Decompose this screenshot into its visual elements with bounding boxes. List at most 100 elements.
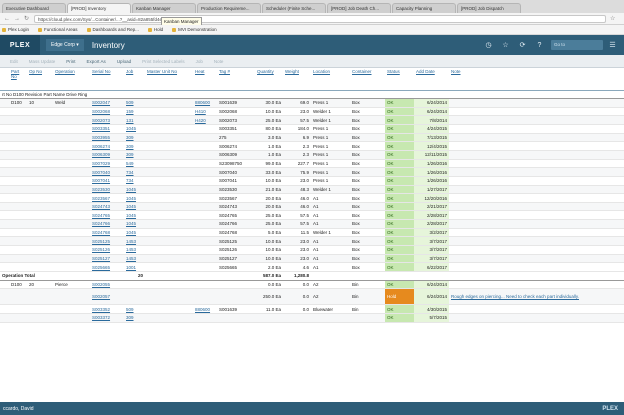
serial-no-link[interactable]: S003351 [90, 124, 124, 134]
heat-link[interactable] [193, 150, 217, 160]
column-header[interactable]: Job [124, 68, 145, 91]
column-header[interactable]: Location [311, 68, 350, 91]
heat-link[interactable] [193, 262, 217, 272]
company-selector[interactable]: Edge Corp ▾ [46, 39, 84, 51]
note-cell[interactable] [449, 236, 624, 247]
note-cell[interactable] [449, 228, 624, 238]
column-header[interactable]: Operation [53, 68, 90, 91]
toolbar-job-button[interactable]: Job [196, 59, 203, 64]
serial-no-link[interactable]: S002055 [90, 280, 124, 290]
job-link[interactable]: 509 [124, 304, 145, 314]
heat-link[interactable]: H410 [193, 107, 217, 117]
column-header[interactable]: Weight [283, 68, 311, 91]
column-header[interactable]: Tag # [217, 68, 255, 91]
serial-no-link[interactable]: S007029 [90, 159, 124, 169]
note-cell[interactable] [449, 210, 624, 221]
toolbar-print-selected-labels-button[interactable]: Print Selected Labels [142, 59, 185, 64]
heat-link[interactable] [193, 280, 217, 290]
note-cell[interactable] [449, 159, 624, 169]
browser-tab[interactable]: Kanban Manager [132, 3, 196, 13]
job-link[interactable]: 1045 [124, 185, 145, 195]
serial-no-link[interactable]: S006274 [90, 141, 124, 151]
refresh-icon[interactable]: ⟳ [517, 41, 528, 49]
note-cell[interactable] [449, 150, 624, 160]
job-link[interactable]: 1045 [124, 228, 145, 238]
job-link[interactable]: 734 [124, 176, 145, 186]
note-cell[interactable] [449, 167, 624, 177]
heat-link[interactable]: 880600 [193, 304, 217, 314]
job-link[interactable]: 509 [124, 98, 145, 108]
job-link[interactable]: 309 [124, 133, 145, 143]
toolbar-export-as-button[interactable]: Export As [87, 59, 106, 64]
bookmark-item[interactable]: Functional Areas [38, 27, 78, 32]
column-header[interactable]: Serial No [90, 68, 124, 91]
job-link[interactable]: 1045 [124, 193, 145, 203]
column-header[interactable]: Container [350, 68, 385, 91]
menu-icon[interactable]: ☰ [607, 41, 618, 49]
serial-no-link[interactable]: S025125 [90, 236, 124, 247]
forward-icon[interactable]: → [14, 16, 20, 22]
note-cell[interactable] [449, 185, 624, 195]
job-link[interactable]: 1001 [124, 262, 145, 272]
column-header[interactable]: Master Unit No [145, 68, 193, 91]
column-header[interactable]: Op No [27, 68, 53, 91]
toolbar-upload-button[interactable]: Upload [117, 59, 131, 64]
job-link[interactable]: 309 [124, 141, 145, 151]
job-link[interactable]: 131 [124, 115, 145, 126]
bookmark-item[interactable]: Hold [147, 27, 163, 32]
heat-link[interactable] [193, 193, 217, 203]
job-link[interactable] [124, 288, 145, 306]
toolbar-edit-button[interactable]: Edit [10, 59, 18, 64]
browser-tab[interactable]: Scheduler (Finite Sche... [262, 3, 326, 13]
note-cell[interactable] [449, 176, 624, 186]
goto-search-input[interactable]: Go to [551, 40, 603, 50]
job-link[interactable]: 734 [124, 167, 145, 177]
serial-no-link[interactable]: S002047 [90, 98, 124, 108]
note-cell[interactable] [449, 107, 624, 117]
browser-tab[interactable]: [PROD] Job Dispatch [457, 3, 521, 13]
job-link[interactable]: 1045 [124, 202, 145, 212]
star-icon[interactable]: ☆ [500, 41, 511, 49]
column-header[interactable]: Add Date [414, 68, 449, 91]
note-cell[interactable] [449, 202, 624, 212]
serial-no-link[interactable]: S006309 [90, 150, 124, 160]
heat-link[interactable] [193, 141, 217, 151]
help-icon[interactable]: ? [534, 42, 545, 49]
serial-no-link[interactable]: S003352 [90, 304, 124, 314]
job-link[interactable]: 1453 [124, 245, 145, 255]
heat-link[interactable] [193, 254, 217, 264]
note-cell[interactable] [449, 193, 624, 203]
clock-icon[interactable]: ◷ [483, 41, 494, 49]
serial-no-link[interactable]: S024766 [90, 219, 124, 229]
heat-link[interactable]: 880600 [193, 98, 217, 108]
browser-tab[interactable]: Executive Dashboard [2, 3, 66, 13]
toolbar-note-button[interactable]: Note [214, 59, 224, 64]
serial-no-link[interactable]: S002057 [90, 288, 124, 306]
heat-link[interactable] [193, 133, 217, 143]
job-link[interactable]: 309 [124, 313, 145, 323]
job-link[interactable]: 1045 [124, 124, 145, 134]
serial-no-link[interactable]: S025126 [90, 245, 124, 255]
column-header[interactable]: Heat [193, 68, 217, 91]
serial-no-link[interactable]: S024765 [90, 210, 124, 221]
job-link[interactable]: 549 [124, 159, 145, 169]
serial-no-link[interactable]: S025665 [90, 262, 124, 272]
serial-no-link[interactable]: S023530 [90, 185, 124, 195]
job-link[interactable]: 1453 [124, 236, 145, 247]
heat-link[interactable] [193, 245, 217, 255]
note-cell[interactable] [449, 313, 624, 323]
serial-no-link[interactable]: S007040 [90, 167, 124, 177]
serial-no-link[interactable]: S003372 [90, 313, 124, 323]
bookmark-item[interactable]: Dashboards and Rep... [86, 27, 139, 32]
note-cell[interactable] [449, 254, 624, 264]
serial-no-link[interactable]: S023567 [90, 193, 124, 203]
heat-link[interactable] [193, 313, 217, 323]
column-header[interactable] [0, 68, 9, 91]
serial-no-link[interactable]: S007041 [90, 176, 124, 186]
job-link[interactable]: 309 [124, 150, 145, 160]
column-header[interactable]: Part No [9, 68, 27, 91]
column-header[interactable]: Quantity [255, 68, 283, 91]
browser-tab[interactable]: Production Requireme... [197, 3, 261, 13]
bookmark-item[interactable]: MVI Demonstration [172, 27, 217, 32]
job-link[interactable]: 159 [124, 107, 145, 117]
